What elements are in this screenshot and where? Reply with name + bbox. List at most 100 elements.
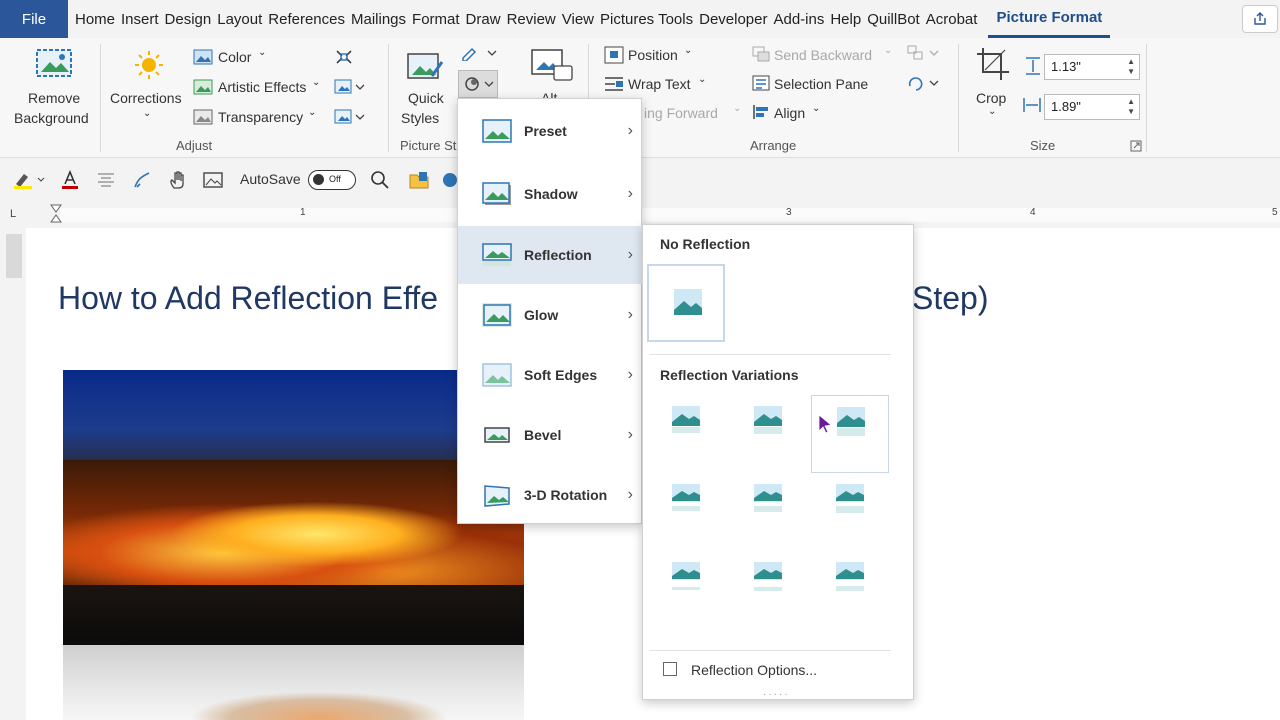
menu-item-soft-edges[interactable]: Soft Edges › [458, 346, 643, 404]
share-button[interactable] [1242, 5, 1278, 33]
tab-quillbot[interactable]: QuillBot [864, 0, 923, 38]
tab-acrobat[interactable]: Acrobat [923, 0, 981, 38]
reflection-variation[interactable] [811, 551, 889, 629]
open-file-icon[interactable] [408, 170, 430, 190]
picture-effects-button[interactable] [458, 70, 498, 98]
corrections-sun-icon [135, 51, 163, 79]
reflection-variation[interactable] [647, 551, 725, 629]
reflection-options-link[interactable]: Reflection Options... [691, 662, 817, 678]
reflection-thumb-icon [836, 562, 864, 591]
vertical-ruler[interactable] [0, 228, 24, 720]
tab-file[interactable]: File [0, 0, 68, 38]
document-image[interactable] [63, 370, 524, 645]
tab-developer[interactable]: Developer [696, 0, 770, 38]
hand-icon[interactable] [168, 170, 188, 190]
globe-icon[interactable] [442, 170, 458, 190]
reflection-icon [482, 243, 512, 266]
menu-item-preset[interactable]: Preset › [458, 102, 643, 160]
align-icon [753, 105, 768, 119]
menu-item-bevel[interactable]: Bevel › [458, 406, 643, 464]
tab-design[interactable]: Design [162, 0, 215, 38]
tab-insert[interactable]: Insert [118, 0, 162, 38]
no-reflection-option[interactable] [647, 264, 725, 342]
height-input[interactable]: 1.13" ▲ ▼ [1044, 54, 1140, 80]
size-dialog-launcher-icon[interactable] [1130, 140, 1142, 152]
tab-references[interactable]: References [265, 0, 348, 38]
indent-marker-icon[interactable] [50, 204, 62, 228]
tab-view[interactable]: View [559, 0, 597, 38]
width-icon [1023, 98, 1041, 112]
divider [100, 44, 101, 152]
reflection-variation[interactable] [647, 395, 725, 473]
reflection-thumb-icon [674, 289, 702, 315]
reflection-variation[interactable] [811, 473, 889, 551]
ruler-mark: 4 [1030, 207, 1036, 218]
reflection-variation[interactable] [729, 473, 807, 551]
group-objects-icon[interactable] [906, 44, 940, 62]
width-value: 1.89" [1051, 99, 1081, 114]
autosave-toggle[interactable]: Off [308, 170, 356, 190]
chevron-right-icon: › [627, 246, 633, 263]
reflection-variation[interactable] [729, 395, 807, 473]
ribbon-tab-bar: File Home Insert Design Layout Reference… [0, 0, 1280, 38]
size-group-label: Size [1030, 138, 1056, 153]
document-title[interactable]: How to Add Reflection Effe [58, 280, 438, 317]
mouse-cursor-icon [818, 414, 832, 434]
tab-home[interactable]: Home [72, 0, 118, 38]
document-title-end[interactable]: Step) [912, 280, 988, 317]
picture-border-icon[interactable] [460, 45, 500, 61]
picture-effects-menu: Preset › Shadow › Reflection › Glow › So… [457, 98, 643, 524]
resize-grip-icon[interactable]: ····· [763, 689, 790, 700]
search-icon[interactable] [370, 170, 390, 190]
transparency-icon [193, 109, 213, 125]
send-backward-button[interactable]: Send Backward [774, 47, 872, 63]
tab-review[interactable]: Review [504, 0, 559, 38]
divider [958, 44, 959, 152]
arrange-group-label: Arrange [750, 138, 797, 153]
reflection-variation-hovered[interactable] [811, 395, 889, 473]
insert-picture-icon[interactable] [202, 170, 224, 190]
width-input[interactable]: 1.89" ▲ ▼ [1044, 94, 1140, 120]
tab-picture-format[interactable]: Picture Format [988, 0, 1111, 38]
tab-format[interactable]: Format [409, 0, 463, 38]
reflection-options-icon[interactable] [663, 662, 677, 676]
ruler-mark: 1 [300, 207, 306, 218]
align-center-icon[interactable] [96, 170, 116, 190]
reflection-thumb-icon [754, 406, 782, 434]
change-picture-icon[interactable] [334, 78, 366, 96]
tab-draw[interactable]: Draw [463, 0, 504, 38]
tab-help[interactable]: Help [827, 0, 864, 38]
image-reflection [63, 645, 524, 720]
bring-forward-button[interactable]: ing Forward [644, 105, 718, 121]
chevron-down-icon: ⌄ [988, 106, 997, 117]
font-color-icon[interactable] [60, 170, 80, 190]
tab-mailings[interactable]: Mailings [348, 0, 409, 38]
adjust-group-label: Adjust [176, 138, 213, 153]
highlighter-icon[interactable] [12, 170, 46, 190]
spin-up-icon[interactable]: ▲ [1127, 58, 1135, 66]
draw-pen-icon[interactable] [132, 170, 152, 190]
glow-icon [482, 303, 512, 327]
reflection-variation[interactable] [729, 551, 807, 629]
align-label: Align [774, 105, 806, 121]
menu-item-reflection[interactable]: Reflection › [458, 226, 643, 284]
tab-layout[interactable]: Layout [214, 0, 265, 38]
no-reflection-heading: No Reflection [660, 236, 751, 252]
reflection-variation[interactable] [647, 473, 725, 551]
chevron-down-icon: ⌄ [733, 103, 742, 114]
reset-picture-icon[interactable] [334, 108, 366, 126]
chevron-right-icon: › [627, 306, 633, 323]
tab-pictures-tools[interactable]: Pictures Tools [597, 0, 696, 38]
rotate-icon[interactable] [906, 74, 940, 92]
spin-up-icon[interactable]: ▲ [1127, 98, 1135, 106]
menu-item-shadow[interactable]: Shadow › [458, 165, 643, 223]
compress-pictures-icon[interactable] [334, 48, 354, 66]
menu-item-glow[interactable]: Glow › [458, 286, 643, 344]
tab-add-ins[interactable]: Add-ins [770, 0, 827, 38]
menu-item-3d-rotation[interactable]: 3-D Rotation › [458, 466, 643, 524]
spin-down-icon[interactable]: ▼ [1127, 68, 1135, 76]
spin-down-icon[interactable]: ▼ [1127, 108, 1135, 116]
reflection-thumb-icon [837, 407, 865, 436]
tab-stop-icon[interactable]: L [10, 208, 16, 220]
image-ground [63, 585, 524, 645]
